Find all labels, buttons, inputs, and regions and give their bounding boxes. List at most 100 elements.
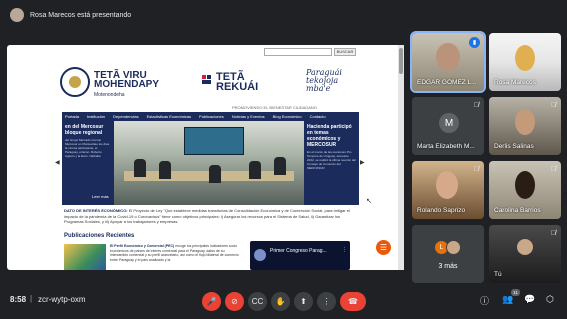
video-title: Primer Congreso Parag... — [270, 248, 327, 254]
carousel-left-body: del Grupo Mercado Común Mercosur en Mont… — [65, 138, 110, 158]
participant-name: Rosa Marecos — [494, 79, 536, 86]
carousel-photo — [114, 121, 304, 205]
end-call-icon: ☎ — [348, 297, 358, 306]
chat-bubble-icon[interactable]: ☰ — [376, 240, 391, 255]
camera-toggle-button[interactable]: ⊘ — [225, 292, 244, 311]
notice-label: DATO DE INTERÉS ECONÓMICO: — [64, 208, 128, 213]
present-screen-icon: ⬆ — [300, 297, 307, 306]
carousel-read-more-link[interactable]: Leer más — [92, 194, 109, 199]
activities-icon: ⬡ — [546, 294, 554, 304]
presenter-text: Rosa Marecos está presentando — [30, 11, 132, 19]
present-button[interactable]: ⬆ — [294, 292, 313, 311]
leave-call-button[interactable]: ☎ — [340, 292, 366, 311]
participant-name: Tú — [494, 271, 502, 278]
presenter-avatar — [10, 8, 24, 22]
speaking-indicator-icon: ▮ — [469, 37, 480, 48]
mic-toggle-button[interactable]: 🎤 — [202, 292, 221, 311]
nav-item-noticias[interactable]: Noticias y Eventos — [232, 114, 265, 119]
brand-name: TETÃ REKUÁI — [216, 71, 259, 93]
site-search: BUSCAR — [264, 48, 356, 56]
participant-tile-rolando[interactable]: 🎙̸ Rolando Saprizo — [412, 161, 484, 219]
presenter-banner: Rosa Marecos está presentando — [0, 0, 567, 30]
participant-name: Carolina Barrios — [494, 207, 541, 214]
mouse-cursor-icon: ↖ — [366, 198, 372, 205]
publication-thumbnail[interactable] — [64, 244, 106, 270]
video-channel-icon — [254, 249, 266, 261]
slogan-logo: Paraguái tekojoja mba'e — [306, 68, 342, 93]
mic-off-icon: 🎤 — [206, 297, 217, 306]
more-options-button[interactable]: ⋮ — [317, 292, 336, 311]
participant-tile-rosa[interactable]: 🎙̸ Rosa Marecos — [489, 33, 561, 91]
page-scrollbar[interactable] — [398, 45, 404, 270]
site-nav: Portada Institución Dependencias Estadís… — [62, 112, 359, 121]
meet-window: Rosa Marecos está presentando BUSCAR TET… — [0, 0, 567, 319]
people-button[interactable]: 👥 — [502, 294, 513, 305]
carousel-right-panel: Hacienda participó en temas económicos y… — [304, 121, 359, 205]
promo-line: PROMOVIENDO EL BIENESTAR CIUDADANO — [232, 105, 317, 110]
economic-notice: DATO DE INTERÉS ECONÓMICO: El Proyecto d… — [64, 208, 359, 225]
participant-tile-self[interactable]: 🎙̸ Tú — [489, 225, 561, 283]
captions-icon: CC — [251, 297, 264, 306]
nav-item-dependencias[interactable]: Dependencias — [113, 114, 139, 119]
participant-name: Marta Elizabeth M... — [417, 143, 475, 150]
participant-tile-derlis[interactable]: 🎙̸ Derlis Salinas — [489, 97, 561, 155]
gov-name: TETÃ VIRU MOHENDAPY — [94, 70, 160, 90]
participant-tile-overflow[interactable]: L 3 más — [412, 225, 484, 283]
nav-item-contacto[interactable]: Contacto — [310, 114, 326, 119]
mic-off-icon: 🎙̸ — [550, 38, 556, 45]
participant-tile-carolina[interactable]: 🎙̸ Carolina Barrios — [489, 161, 561, 219]
nav-item-publicaciones[interactable]: Publicaciones — [199, 114, 224, 119]
nav-item-blog[interactable]: Blog Económico — [273, 114, 302, 119]
mic-off-icon: 🎙̸ — [473, 166, 479, 173]
publication-text: El Perfil Económico y Comercial (PEC) re… — [110, 244, 240, 262]
shared-webpage: BUSCAR TETÃ VIRU MOHENDAPY Motenondeha T… — [54, 45, 365, 270]
carousel-left-title: en del Mercosur bloque regional — [65, 124, 104, 136]
hand-icon: ✋ — [275, 297, 286, 306]
meeting-separator: | — [30, 294, 33, 303]
mic-off-icon: 🎙̸ — [550, 166, 556, 173]
people-count-badge: 11 — [511, 289, 520, 296]
site-header: TETÃ VIRU MOHENDAPY Motenondeha TETÃ REK… — [54, 67, 364, 107]
carousel-right-title: Hacienda participó en temas económicos y… — [307, 124, 352, 148]
avatar: M — [439, 113, 459, 133]
carousel-right-body: En el marco de las reuniones Pro Tempore… — [307, 150, 356, 170]
mic-off-icon: 🎙̸ — [550, 230, 556, 237]
site-search-input[interactable] — [264, 48, 332, 56]
participant-tile-marta[interactable]: M 🎙̸ Marta Elizabeth M... — [412, 97, 484, 155]
overflow-avatars: L — [434, 240, 461, 255]
captions-button[interactable]: CC — [248, 292, 267, 311]
brand-logo-icon — [202, 75, 212, 85]
carousel-prev-arrow-icon[interactable]: ◀ — [55, 159, 60, 166]
video-embed[interactable]: Primer Congreso Parag... ⋮ — [250, 241, 350, 270]
carousel-left-panel: en del Mercosur bloque regional del Grup… — [62, 121, 114, 205]
meeting-time: 8:58 — [10, 295, 27, 304]
camera-off-icon: ⊘ — [231, 297, 238, 306]
chat-button[interactable]: 💬 — [524, 294, 535, 305]
government-seal — [60, 67, 90, 97]
chat-icon: 💬 — [524, 294, 536, 304]
news-carousel: en del Mercosur bloque regional del Grup… — [62, 121, 359, 205]
info-icon: ⓘ — [480, 296, 490, 306]
participant-tile-edgar[interactable]: ▮ EDGAR GOMEZ L... — [410, 31, 486, 93]
meeting-controls: 8:58 | zcr-wytp-oxm 🎤 ⊘ CC ✋ ⬆ ⋮ ☎ ⓘ 👥 1… — [0, 284, 567, 319]
more-vert-icon: ⋮ — [322, 297, 331, 306]
video-more-icon[interactable]: ⋮ — [342, 247, 347, 253]
participant-name: Rolando Saprizo — [417, 207, 466, 214]
site-search-button[interactable]: BUSCAR — [334, 48, 356, 56]
mic-off-icon: 🎙̸ — [473, 102, 479, 109]
activities-button[interactable]: ⬡ — [546, 294, 554, 305]
raise-hand-button[interactable]: ✋ — [271, 292, 290, 311]
shared-screen[interactable]: BUSCAR TETÃ VIRU MOHENDAPY Motenondeha T… — [7, 45, 404, 270]
info-button[interactable]: ⓘ — [480, 294, 489, 307]
participant-name: Derlis Salinas — [494, 143, 534, 150]
overflow-count: 3 más — [438, 263, 458, 270]
avatar — [446, 240, 461, 255]
carousel-next-arrow-icon[interactable]: ▶ — [360, 159, 365, 166]
page-scrollbar-thumb[interactable] — [399, 48, 403, 74]
mic-off-icon: 🎙̸ — [550, 102, 556, 109]
nav-item-estadisticas[interactable]: Estadísticas Económicas — [147, 114, 191, 119]
nav-item-institucion[interactable]: Institución — [87, 114, 105, 119]
publication-label[interactable]: El Perfil Económico y Comercial (PEC) — [110, 244, 174, 248]
nav-item-portada[interactable]: Portada — [65, 114, 79, 119]
gov-subtitle: Motenondeha — [94, 92, 125, 98]
